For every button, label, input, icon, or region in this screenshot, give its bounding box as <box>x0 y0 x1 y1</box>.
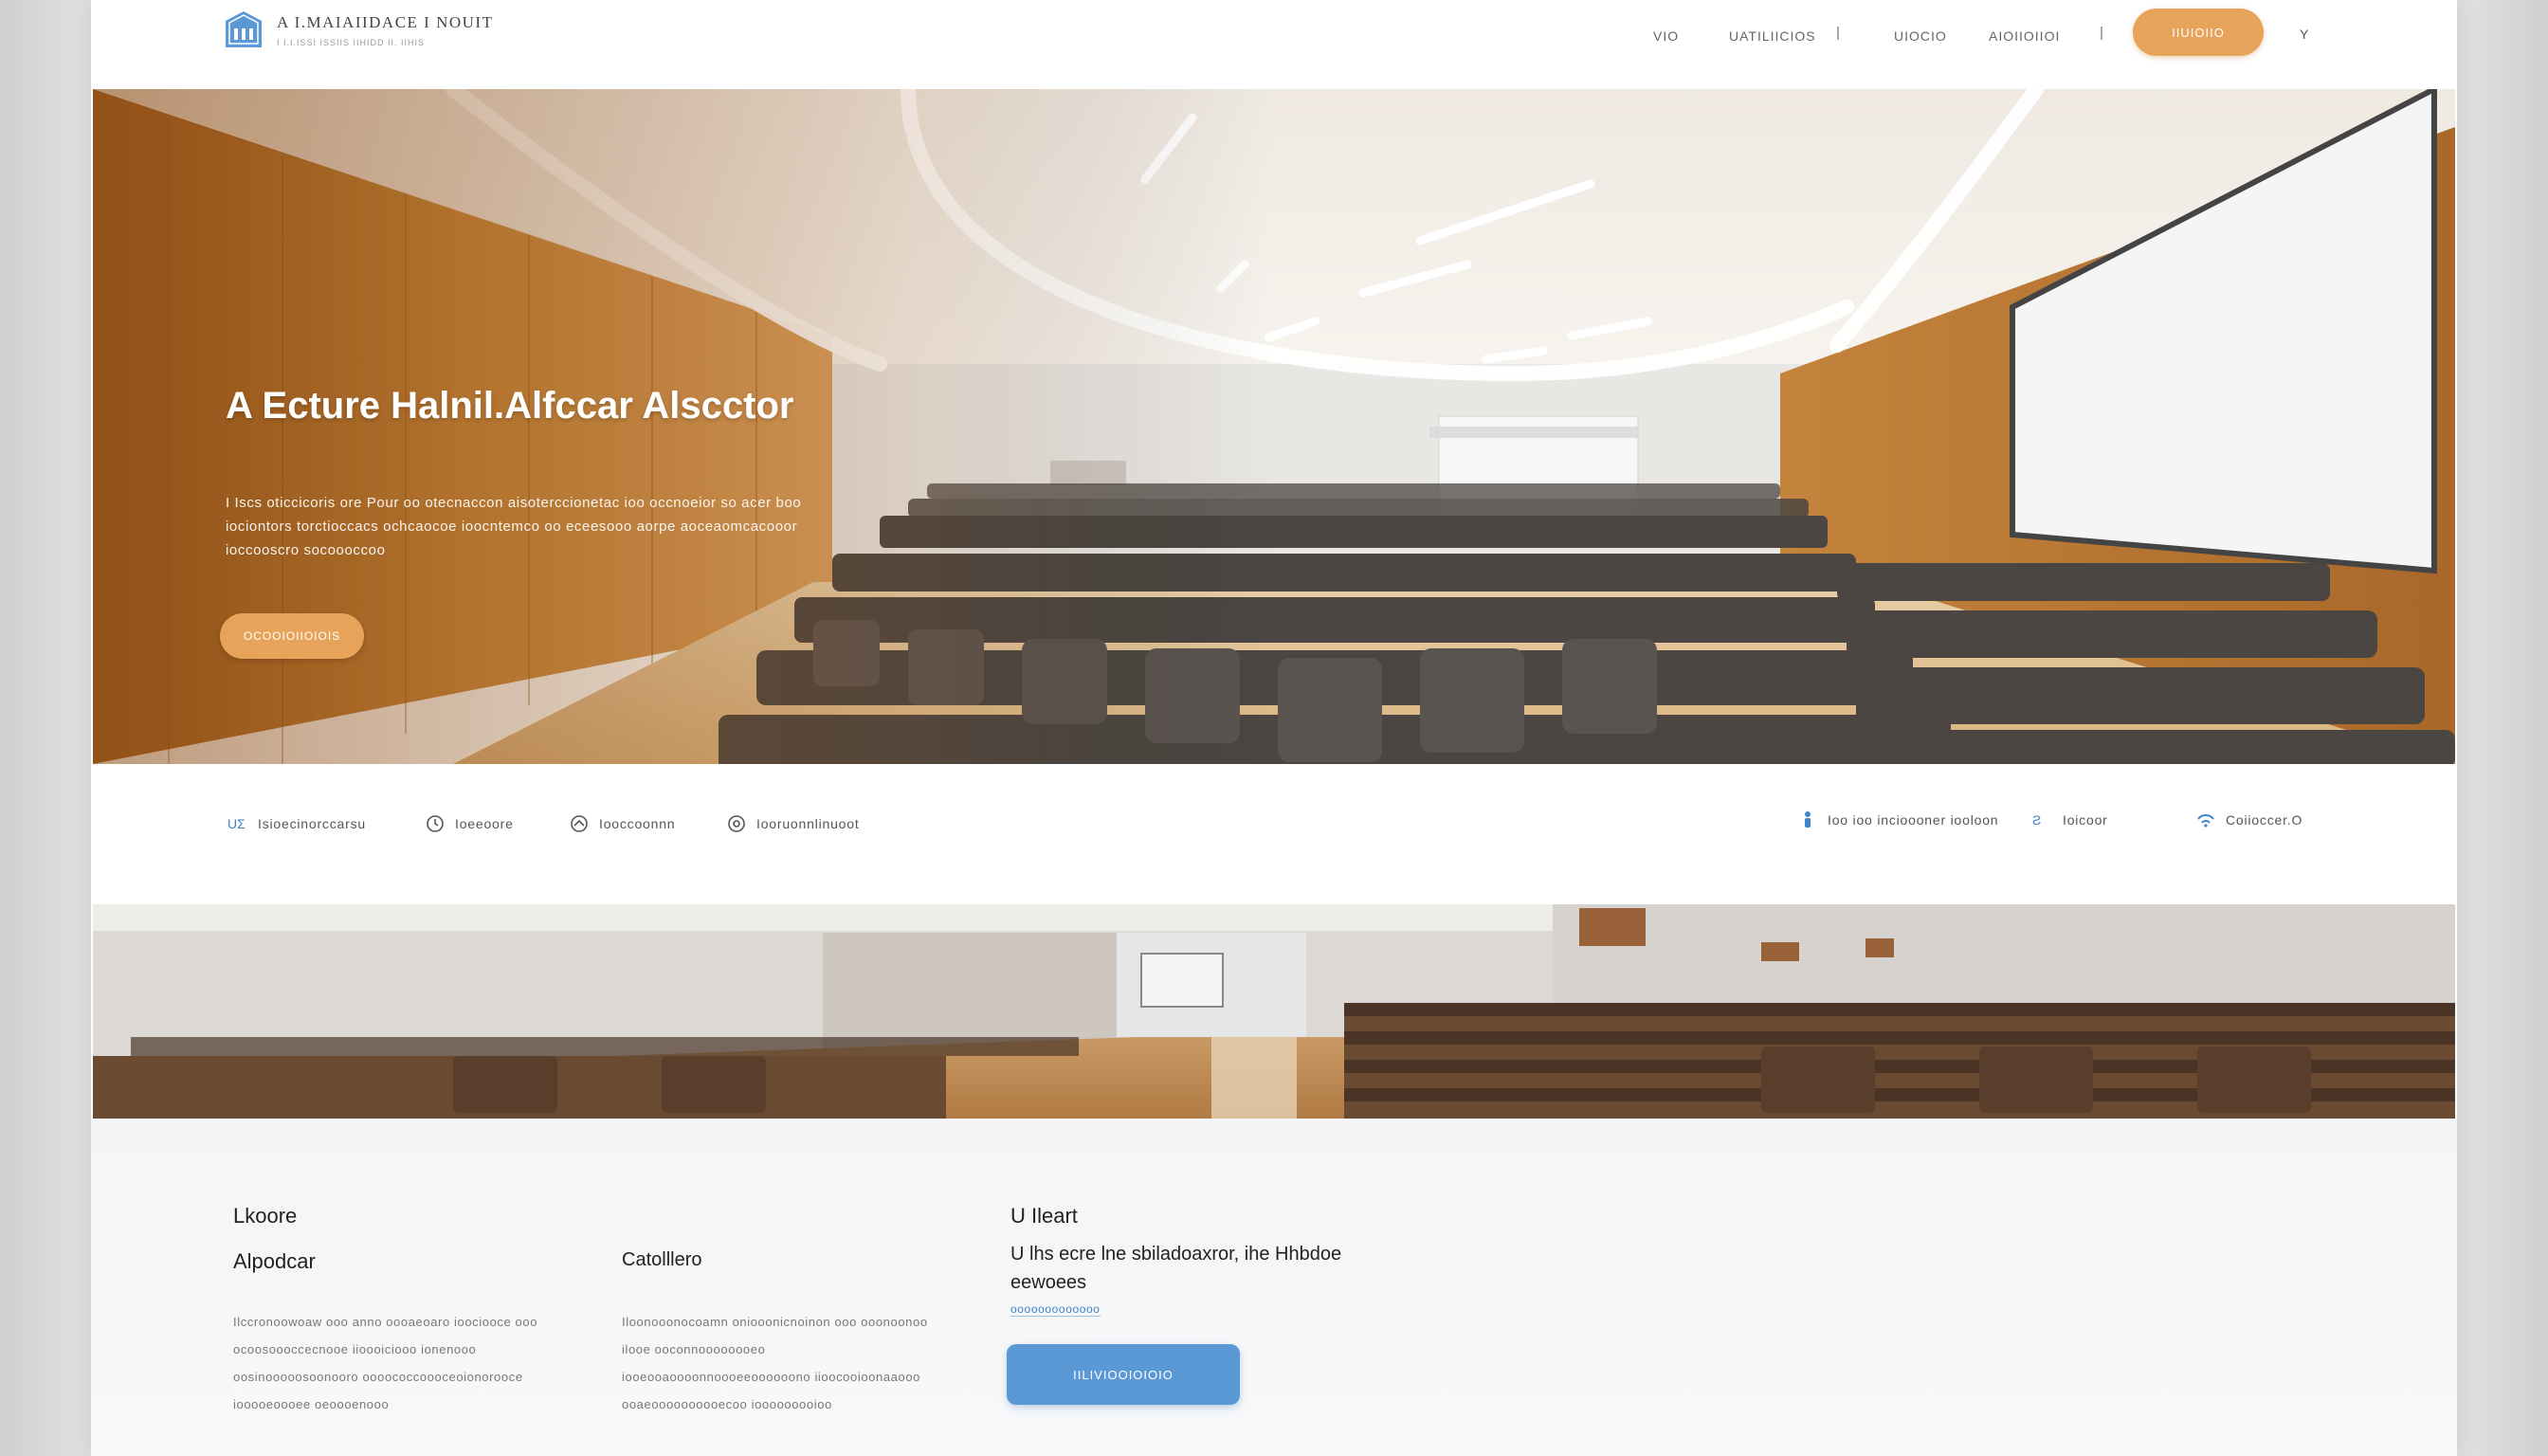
brand-logo[interactable]: A I.MAIAIIDACE I NOUIT I I.I.ISSI ISSIIS… <box>224 9 493 51</box>
cta-title: U Ileart <box>1010 1204 1078 1228</box>
refresh-icon <box>726 813 747 834</box>
hall-photo-strip <box>93 904 2455 1119</box>
clock-icon <box>425 813 446 834</box>
feature-item: Iooruonnlinuoot <box>726 813 860 834</box>
col2-body: Iloonooonocoamn oniooonicnoinon ooo ooon… <box>622 1315 928 1411</box>
page: A I.MAIAIIDACE I NOUIT I I.I.ISSI ISSIIS… <box>91 0 2457 1456</box>
feature-label: Ioicoor <box>2063 812 2108 828</box>
feature-label: Coiioccer.O <box>2226 812 2303 828</box>
wifi-icon <box>2195 810 2216 830</box>
lecture-hall-wide-photo <box>93 904 2455 1119</box>
feature-item: Ioo ioo incioooner iooloon <box>1797 810 1998 830</box>
brand-name: A I.MAIAIIDACE I NOUIT <box>277 13 494 31</box>
nav-link-4[interactable]: AIOIIOIIOI <box>1989 28 2060 44</box>
feature-label: Iooruonnlinuoot <box>756 816 860 831</box>
feature-label: Ioeeoore <box>455 816 514 831</box>
hero-banner: A Ecture Halnil.Alfccar Alscctor I Iscs … <box>93 89 2455 764</box>
svg-text:UΣ: UΣ <box>228 816 246 831</box>
accessibility-icon: UΣ <box>228 813 248 834</box>
person-icon <box>1797 810 1818 830</box>
page-backdrop-left <box>0 0 91 1456</box>
feature-label: Ioo ioo incioooner iooloon <box>1828 812 1999 828</box>
link-icon: Ƨ <box>2032 810 2053 830</box>
info-section: Lkoore Alpodcar Ilccronoowoaw ooo anno o… <box>91 1119 2457 1456</box>
svg-text:Ƨ: Ƨ <box>2032 812 2041 828</box>
gauge-icon <box>569 813 590 834</box>
nav-link-3[interactable]: UIOCIO <box>1894 28 1947 44</box>
col1-kicker: Lkoore <box>233 1204 298 1228</box>
hero-cta-button[interactable]: OCOOIOIIOIOIS <box>220 613 364 659</box>
nav-cta-button[interactable]: IIUIOIIO <box>2133 9 2264 56</box>
hero-description: I Iscs oticcicoris ore Pour oo otecnacco… <box>226 495 802 558</box>
feature-label: Isioecinorccarsu <box>258 816 366 831</box>
nav-link-2[interactable]: UATILIICIOS <box>1729 28 1816 44</box>
feature-label: Iooccoonnn <box>599 816 676 831</box>
site-header: A I.MAIAIIDACE I NOUIT I I.I.ISSI ISSIIS… <box>91 0 2457 89</box>
feature-item: Ioeeoore <box>425 813 514 834</box>
col2-heading: Catolllero <box>622 1249 702 1270</box>
cta-text: U lhs ecre lne sbiladoaxror, ihe Hhbdoe … <box>1010 1244 1342 1293</box>
features-bar: UΣ Isioecinorccarsu Ioeeoore Iooccoonnn … <box>91 764 2457 904</box>
nav-link-1[interactable]: VIO <box>1653 28 1679 44</box>
building-icon <box>224 9 264 51</box>
feature-item: Iooccoonnn <box>569 813 675 834</box>
menu-toggle-icon[interactable]: Y <box>2300 27 2308 42</box>
nav-divider <box>1837 27 1839 40</box>
col1-heading: Alpodcar <box>233 1249 316 1273</box>
cta-button[interactable]: IILIVIOOIOIOIO <box>1007 1344 1240 1405</box>
feature-item: Ƨ Ioicoor <box>2032 810 2108 830</box>
nav-divider <box>2101 27 2102 40</box>
page-backdrop-right <box>2457 0 2548 1456</box>
brand-tagline: I I.I.ISSI ISSIIS IIHIDD II. IIHIS <box>277 38 426 47</box>
feature-item: Coiioccer.O <box>2195 810 2302 830</box>
feature-item: UΣ Isioecinorccarsu <box>228 813 366 834</box>
col1-body: Ilccronoowoaw ooo anno oooaeoaro ioocioo… <box>233 1315 538 1411</box>
hero-title: A Ecture Halnil.Alfccar Alscctor <box>226 385 794 427</box>
cta-link[interactable]: ooooooooooooo <box>1010 1302 1101 1317</box>
